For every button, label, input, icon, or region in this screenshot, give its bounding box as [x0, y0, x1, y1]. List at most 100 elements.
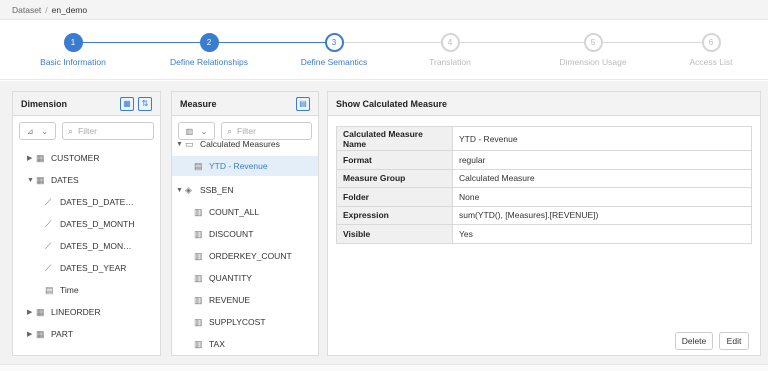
table-icon: ▦: [36, 152, 45, 163]
step-define-semantics[interactable]: 3 Define Semantics: [274, 33, 394, 67]
add-calculated-measure-icon[interactable]: ▤: [296, 96, 310, 111]
measure-item-label: ORDERKEY_COUNT: [209, 251, 292, 261]
dimension-item-dates[interactable]: ▼ ▦ DATES: [27, 172, 79, 188]
measure-icon: ▥: [194, 272, 203, 283]
property-key: Expression: [336, 205, 453, 225]
property-row: Format regular: [336, 150, 752, 170]
hierarchy-icon: ⟋: [45, 240, 52, 251]
measure-item-label: SUPPLYCOST: [209, 317, 266, 327]
chevron-down-icon: ⌄: [41, 126, 49, 136]
detail-panel-header: Show Calculated Measure: [328, 92, 760, 116]
dimension-item-label: Time: [60, 285, 79, 295]
dimension-item-label: PART: [51, 329, 73, 339]
step-label: Access List: [689, 57, 733, 67]
step-dimension-usage[interactable]: 5 Dimension Usage: [533, 33, 653, 67]
bar-chart-icon: ▥: [185, 126, 194, 136]
edit-button[interactable]: Edit: [719, 332, 749, 350]
dimension-item-time[interactable]: ▤ Time: [45, 282, 79, 298]
property-row: Expression sum(YTD(), [Measures].[REVENU…: [336, 205, 752, 225]
sort-dimension-icon[interactable]: ⇅: [138, 96, 152, 111]
dimension-type-select[interactable]: ⊿ ⌄: [19, 122, 56, 140]
dimension-item-label: DATES_D_YEAR: [60, 263, 127, 273]
detail-panel-title: Show Calculated Measure: [336, 98, 448, 109]
dimension-item-dates-d-month[interactable]: ⟋ DATES_D_MONTH: [45, 216, 134, 232]
dimension-item-label: CUSTOMER: [51, 153, 100, 163]
step-access-list[interactable]: 6 Access List: [651, 33, 768, 67]
measure-panel: Measure ▤ ▥ ⌄ ⌕ Filter ▼ ▭ Calculated Measu…: [171, 91, 319, 356]
caret-right-icon[interactable]: ▶: [27, 154, 36, 162]
dimension-item-lineorder[interactable]: ▶ ▦ LINEORDER: [27, 304, 101, 320]
filter-placeholder: Filter: [237, 126, 256, 136]
property-key: Measure Group: [336, 168, 453, 188]
measure-folder-calculated-measures[interactable]: ▼ ▭ Calculated Measures: [176, 136, 280, 152]
chevron-down-icon: ⌄: [200, 126, 208, 136]
measure-item-tax[interactable]: ▥ TAX: [194, 336, 225, 352]
breadcrumb-current: en_demo: [51, 5, 88, 15]
measure-item-supplycost[interactable]: ▥ SUPPLYCOST: [194, 314, 266, 330]
property-value: regular: [452, 150, 752, 170]
page-footer: [0, 364, 768, 371]
measure-item-ytd-revenue[interactable]: ▤ YTD - Revenue: [172, 156, 318, 176]
breadcrumb: Dataset / en_demo: [0, 0, 768, 20]
caret-right-icon[interactable]: ▶: [27, 308, 36, 316]
add-dimension-icon[interactable]: ▦: [120, 96, 134, 111]
step-translation[interactable]: 4 Translation: [390, 33, 510, 67]
measure-icon: ▥: [194, 316, 203, 327]
property-value: Yes: [452, 224, 752, 244]
wizard-steps: 1 Basic Information 2 Define Relationshi…: [0, 20, 768, 80]
measure-panel-header: Measure ▤: [172, 92, 318, 116]
caret-down-icon[interactable]: ▼: [27, 177, 36, 184]
measure-item-discount[interactable]: ▥ DISCOUNT: [194, 226, 253, 242]
measure-item-orderkey-count[interactable]: ▥ ORDERKEY_COUNT: [194, 248, 292, 264]
dimension-item-label: LINEORDER: [51, 307, 101, 317]
step-basic-information[interactable]: 1 Basic Information: [13, 33, 133, 67]
measure-item-label: REVENUE: [209, 295, 251, 305]
caret-down-icon[interactable]: ▼: [176, 141, 185, 148]
cube-icon: ◈: [185, 184, 192, 195]
measure-icon: ▥: [194, 294, 203, 305]
measure-icon: ▥: [194, 206, 203, 217]
measure-group-ssb-en[interactable]: ▼ ◈ SSB_EN: [176, 182, 234, 198]
measure-item-label: COUNT_ALL: [209, 207, 260, 217]
measure-item-quantity[interactable]: ▥ QUANTITY: [194, 270, 252, 286]
property-value: YTD - Revenue: [452, 126, 752, 151]
measure-icon: ▥: [194, 250, 203, 261]
dimension-item-dates-d-year[interactable]: ⟋ DATES_D_YEAR: [45, 260, 126, 276]
hierarchy-icon: ⟋: [45, 196, 52, 207]
property-value: None: [452, 187, 752, 207]
measure-item-label: SSB_EN: [200, 185, 234, 195]
calculated-measure-properties-table: Calculated Measure Name YTD - Revenue Fo…: [336, 126, 752, 244]
calculated-measure-icon: ▤: [194, 160, 203, 171]
step-number: 1: [63, 33, 83, 52]
dimension-panel-title: Dimension: [21, 98, 68, 109]
measure-item-label: QUANTITY: [209, 273, 252, 283]
step-label: Define Relationships: [170, 57, 248, 67]
dimension-item-dates-d-date[interactable]: ⟋ DATES_D_DATE…: [45, 194, 134, 210]
property-key: Visible: [336, 224, 453, 244]
property-value: Calculated Measure: [452, 168, 752, 188]
breadcrumb-root[interactable]: Dataset: [12, 5, 41, 15]
caret-right-icon[interactable]: ▶: [27, 330, 36, 338]
property-row: Calculated Measure Name YTD - Revenue: [336, 126, 752, 151]
step-define-relationships[interactable]: 2 Define Relationships: [149, 33, 269, 67]
delete-button[interactable]: Delete: [675, 332, 713, 350]
measure-item-label: DISCOUNT: [209, 229, 254, 239]
dimension-item-dates-d-mon[interactable]: ⟋ DATES_D_MON…: [45, 238, 132, 254]
dimension-item-part[interactable]: ▶ ▦ PART: [27, 326, 73, 342]
dimension-item-label: DATES_D_MONTH: [60, 219, 135, 229]
dimension-item-customer[interactable]: ▶ ▦ CUSTOMER: [27, 150, 100, 166]
step-number: 2: [199, 33, 219, 52]
dimension-filter-input[interactable]: ⌕ Filter: [62, 122, 154, 140]
caret-down-icon[interactable]: ▼: [176, 187, 185, 194]
measure-item-revenue[interactable]: ▥ REVENUE: [194, 292, 250, 308]
measure-item-count-all[interactable]: ▥ COUNT_ALL: [194, 204, 259, 220]
dimension-item-label: DATES_D_DATE…: [60, 197, 134, 207]
step-number: 6: [701, 33, 721, 52]
step-number: 3: [324, 33, 344, 52]
search-icon: ⌕: [68, 125, 74, 136]
property-row: Visible Yes: [336, 224, 752, 244]
measure-item-label: YTD - Revenue: [209, 161, 268, 171]
breadcrumb-separator: /: [45, 5, 48, 15]
hierarchy-icon: ⟋: [45, 262, 52, 273]
property-key: Folder: [336, 187, 453, 207]
